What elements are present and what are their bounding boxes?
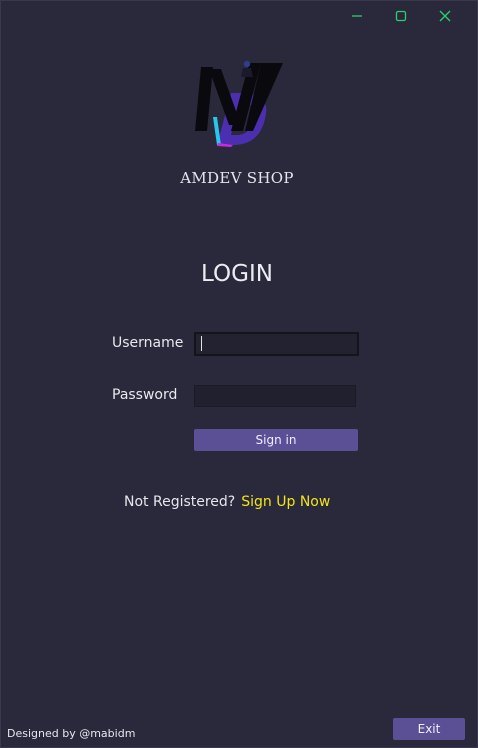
password-input[interactable] <box>194 385 356 407</box>
minimize-icon <box>352 15 362 17</box>
sign-up-link[interactable]: Sign Up Now <box>241 494 330 510</box>
close-icon <box>439 10 451 22</box>
login-window: AMDEV SHOP LOGIN Username Password Sign … <box>0 0 478 748</box>
amdev-logo <box>195 60 283 147</box>
maximize-icon <box>395 10 407 22</box>
text-caret <box>201 336 202 351</box>
minimize-button[interactable] <box>335 7 379 25</box>
shop-name: AMDEV SHOP <box>180 169 294 187</box>
register-prompt: Not Registered? <box>124 494 236 510</box>
page-title: LOGIN <box>201 261 273 287</box>
window-controls <box>335 7 467 25</box>
username-label: Username <box>112 335 184 351</box>
password-label: Password <box>112 387 178 403</box>
register-row: Not Registered? Sign Up Now <box>124 494 330 510</box>
close-button[interactable] <box>423 7 467 25</box>
designer-credit: Designed by @mabidm <box>7 727 136 740</box>
sign-in-button[interactable]: Sign in <box>194 429 358 451</box>
username-input[interactable] <box>194 332 359 356</box>
maximize-button[interactable] <box>379 7 423 25</box>
exit-button[interactable]: Exit <box>393 718 465 740</box>
